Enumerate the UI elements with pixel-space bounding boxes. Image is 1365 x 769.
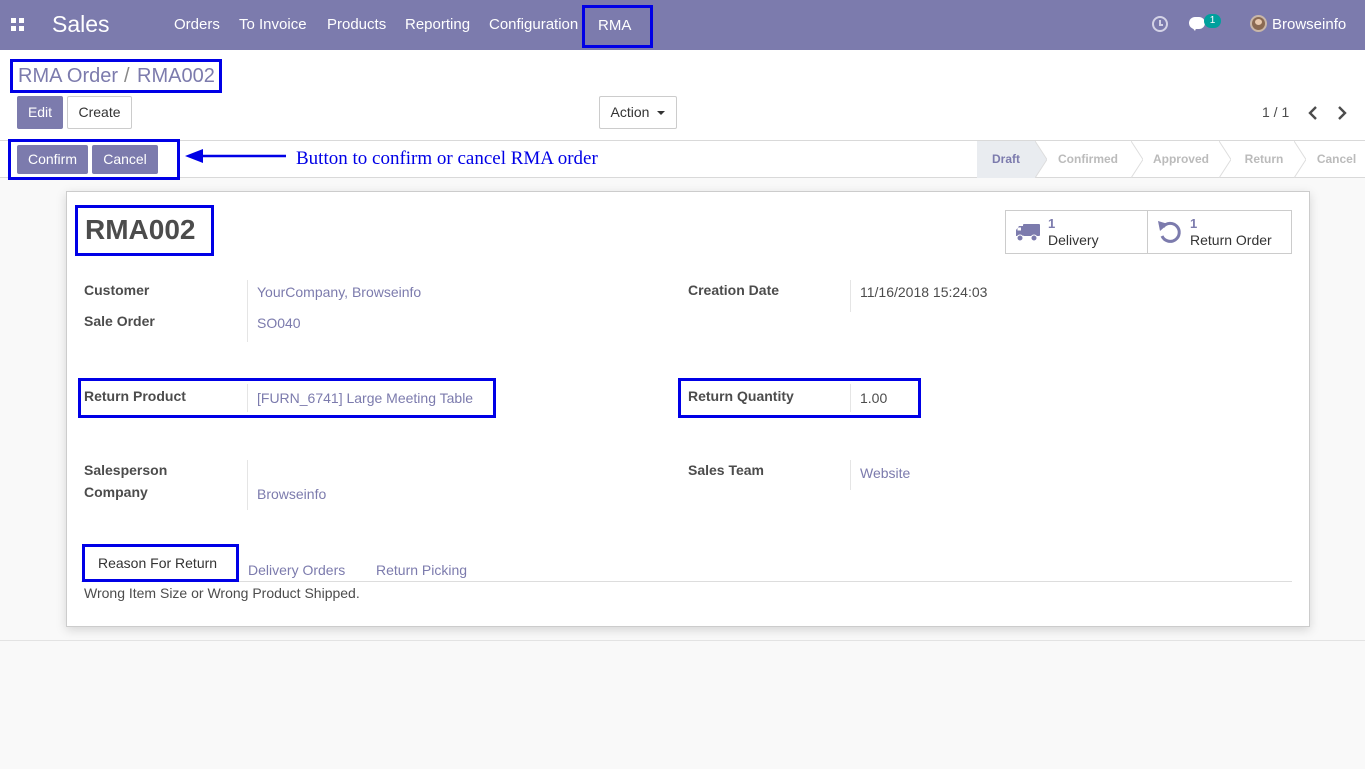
customer-field[interactable]: YourCompany, Browseinfo xyxy=(257,284,421,300)
status-buttons-highlight: Confirm Cancel xyxy=(8,139,180,180)
tab-reason-for-return[interactable]: Reason For Return xyxy=(82,544,239,582)
edit-button[interactable]: Edit xyxy=(17,96,63,129)
stage-pipeline: Draft Confirmed Approved Return Cancel xyxy=(977,141,1365,178)
reason-text[interactable]: Wrong Item Size or Wrong Product Shipped… xyxy=(84,585,360,601)
stage-cancel[interactable]: Cancel xyxy=(1308,141,1365,178)
stage-arrow xyxy=(1131,141,1143,178)
salesperson-label: Salesperson xyxy=(84,462,168,478)
stage-arrow xyxy=(1294,141,1306,178)
user-menu[interactable]: Browseinfo xyxy=(1272,16,1346,33)
company-label: Company xyxy=(84,484,148,500)
stage-confirmed[interactable]: Confirmed xyxy=(1043,141,1133,178)
pager-previous-icon[interactable] xyxy=(1308,105,1318,121)
tab-delivery-orders[interactable]: Delivery Orders xyxy=(248,562,345,578)
cancel-button[interactable]: Cancel xyxy=(92,145,158,174)
menu-products[interactable]: Products xyxy=(327,16,386,33)
breadcrumb-parent[interactable]: RMA Order xyxy=(18,65,118,88)
smart-buttons: 1 Delivery 1 Return Order xyxy=(1005,210,1292,254)
record-title: RMA002 xyxy=(85,214,196,245)
return-quantity-label: Return Quantity xyxy=(688,388,794,404)
menu-rma[interactable]: RMA xyxy=(582,5,653,48)
pager-value[interactable]: 1 / 1 xyxy=(1262,104,1289,120)
control-panel: RMA Order / RMA002 Edit Create Action 1 … xyxy=(0,50,1365,141)
sales-team-field[interactable]: Website xyxy=(860,465,910,481)
form-sheet: RMA002 1 Delivery 1 Return Order Custome… xyxy=(66,191,1310,627)
breadcrumb: RMA Order / RMA002 xyxy=(10,59,222,93)
customer-label: Customer xyxy=(84,282,150,298)
annotation-arrow-icon xyxy=(185,149,286,163)
sales-team-label: Sales Team xyxy=(688,462,765,478)
return-order-label: Return Order xyxy=(1190,232,1272,248)
tab-divider xyxy=(81,581,1292,582)
delivery-smart-button[interactable]: 1 Delivery xyxy=(1006,211,1148,253)
delivery-count: 1 xyxy=(1048,216,1056,231)
field-divider xyxy=(850,280,851,312)
truck-icon xyxy=(1016,224,1040,242)
menu-reporting[interactable]: Reporting xyxy=(405,16,470,33)
action-label: Action xyxy=(610,104,650,120)
confirm-button[interactable]: Confirm xyxy=(17,145,88,174)
stage-arrow xyxy=(1219,141,1231,178)
top-navbar: Sales Orders To Invoice Products Reporti… xyxy=(0,0,1365,50)
stage-return[interactable]: Return xyxy=(1233,141,1295,178)
annotation-text: Button to confirm or cancel RMA order xyxy=(296,148,598,169)
return-product-field[interactable]: [FURN_6741] Large Meeting Table xyxy=(257,390,473,406)
creation-date-field[interactable]: 11/16/2018 15:24:03 xyxy=(860,284,987,300)
field-divider xyxy=(850,460,851,490)
action-dropdown[interactable]: Action xyxy=(599,96,677,129)
field-divider xyxy=(247,280,248,342)
stage-draft[interactable]: Draft xyxy=(977,141,1035,178)
tab-reason-label: Reason For Return xyxy=(98,555,218,571)
chat-count-badge: 1 xyxy=(1204,14,1221,28)
breadcrumb-separator: / xyxy=(124,65,130,87)
return-product-label: Return Product xyxy=(84,388,186,404)
tab-return-picking[interactable]: Return Picking xyxy=(376,562,467,578)
field-divider xyxy=(247,384,248,412)
menu-orders[interactable]: Orders xyxy=(174,16,220,33)
create-button[interactable]: Create xyxy=(67,96,132,129)
apps-icon[interactable] xyxy=(11,18,25,32)
undo-icon xyxy=(1158,221,1181,243)
record-title-highlight: RMA002 xyxy=(75,205,214,256)
breadcrumb-current: RMA002 xyxy=(137,65,215,87)
company-field[interactable]: Browseinfo xyxy=(257,486,326,502)
pager-next-icon[interactable] xyxy=(1337,105,1347,121)
caret-down-icon xyxy=(657,111,666,116)
avatar[interactable] xyxy=(1250,15,1267,32)
return-order-count: 1 xyxy=(1190,216,1198,231)
creation-date-label: Creation Date xyxy=(688,282,780,298)
delivery-label: Delivery xyxy=(1048,232,1099,248)
clock-icon[interactable] xyxy=(1152,16,1168,32)
menu-configuration[interactable]: Configuration xyxy=(489,16,578,33)
sale-order-field[interactable]: SO040 xyxy=(257,315,301,331)
field-divider xyxy=(247,460,248,510)
stage-approved[interactable]: Approved xyxy=(1143,141,1219,178)
menu-rma-label: RMA xyxy=(598,17,632,34)
return-quantity-field[interactable]: 1.00 xyxy=(860,390,887,406)
chat-icon[interactable] xyxy=(1189,17,1205,31)
app-title: Sales xyxy=(52,11,110,37)
sale-order-label: Sale Order xyxy=(84,313,155,329)
return-order-smart-button[interactable]: 1 Return Order xyxy=(1149,211,1291,253)
content-divider xyxy=(0,640,1365,641)
menu-to-invoice[interactable]: To Invoice xyxy=(239,16,307,33)
field-divider xyxy=(850,384,851,412)
